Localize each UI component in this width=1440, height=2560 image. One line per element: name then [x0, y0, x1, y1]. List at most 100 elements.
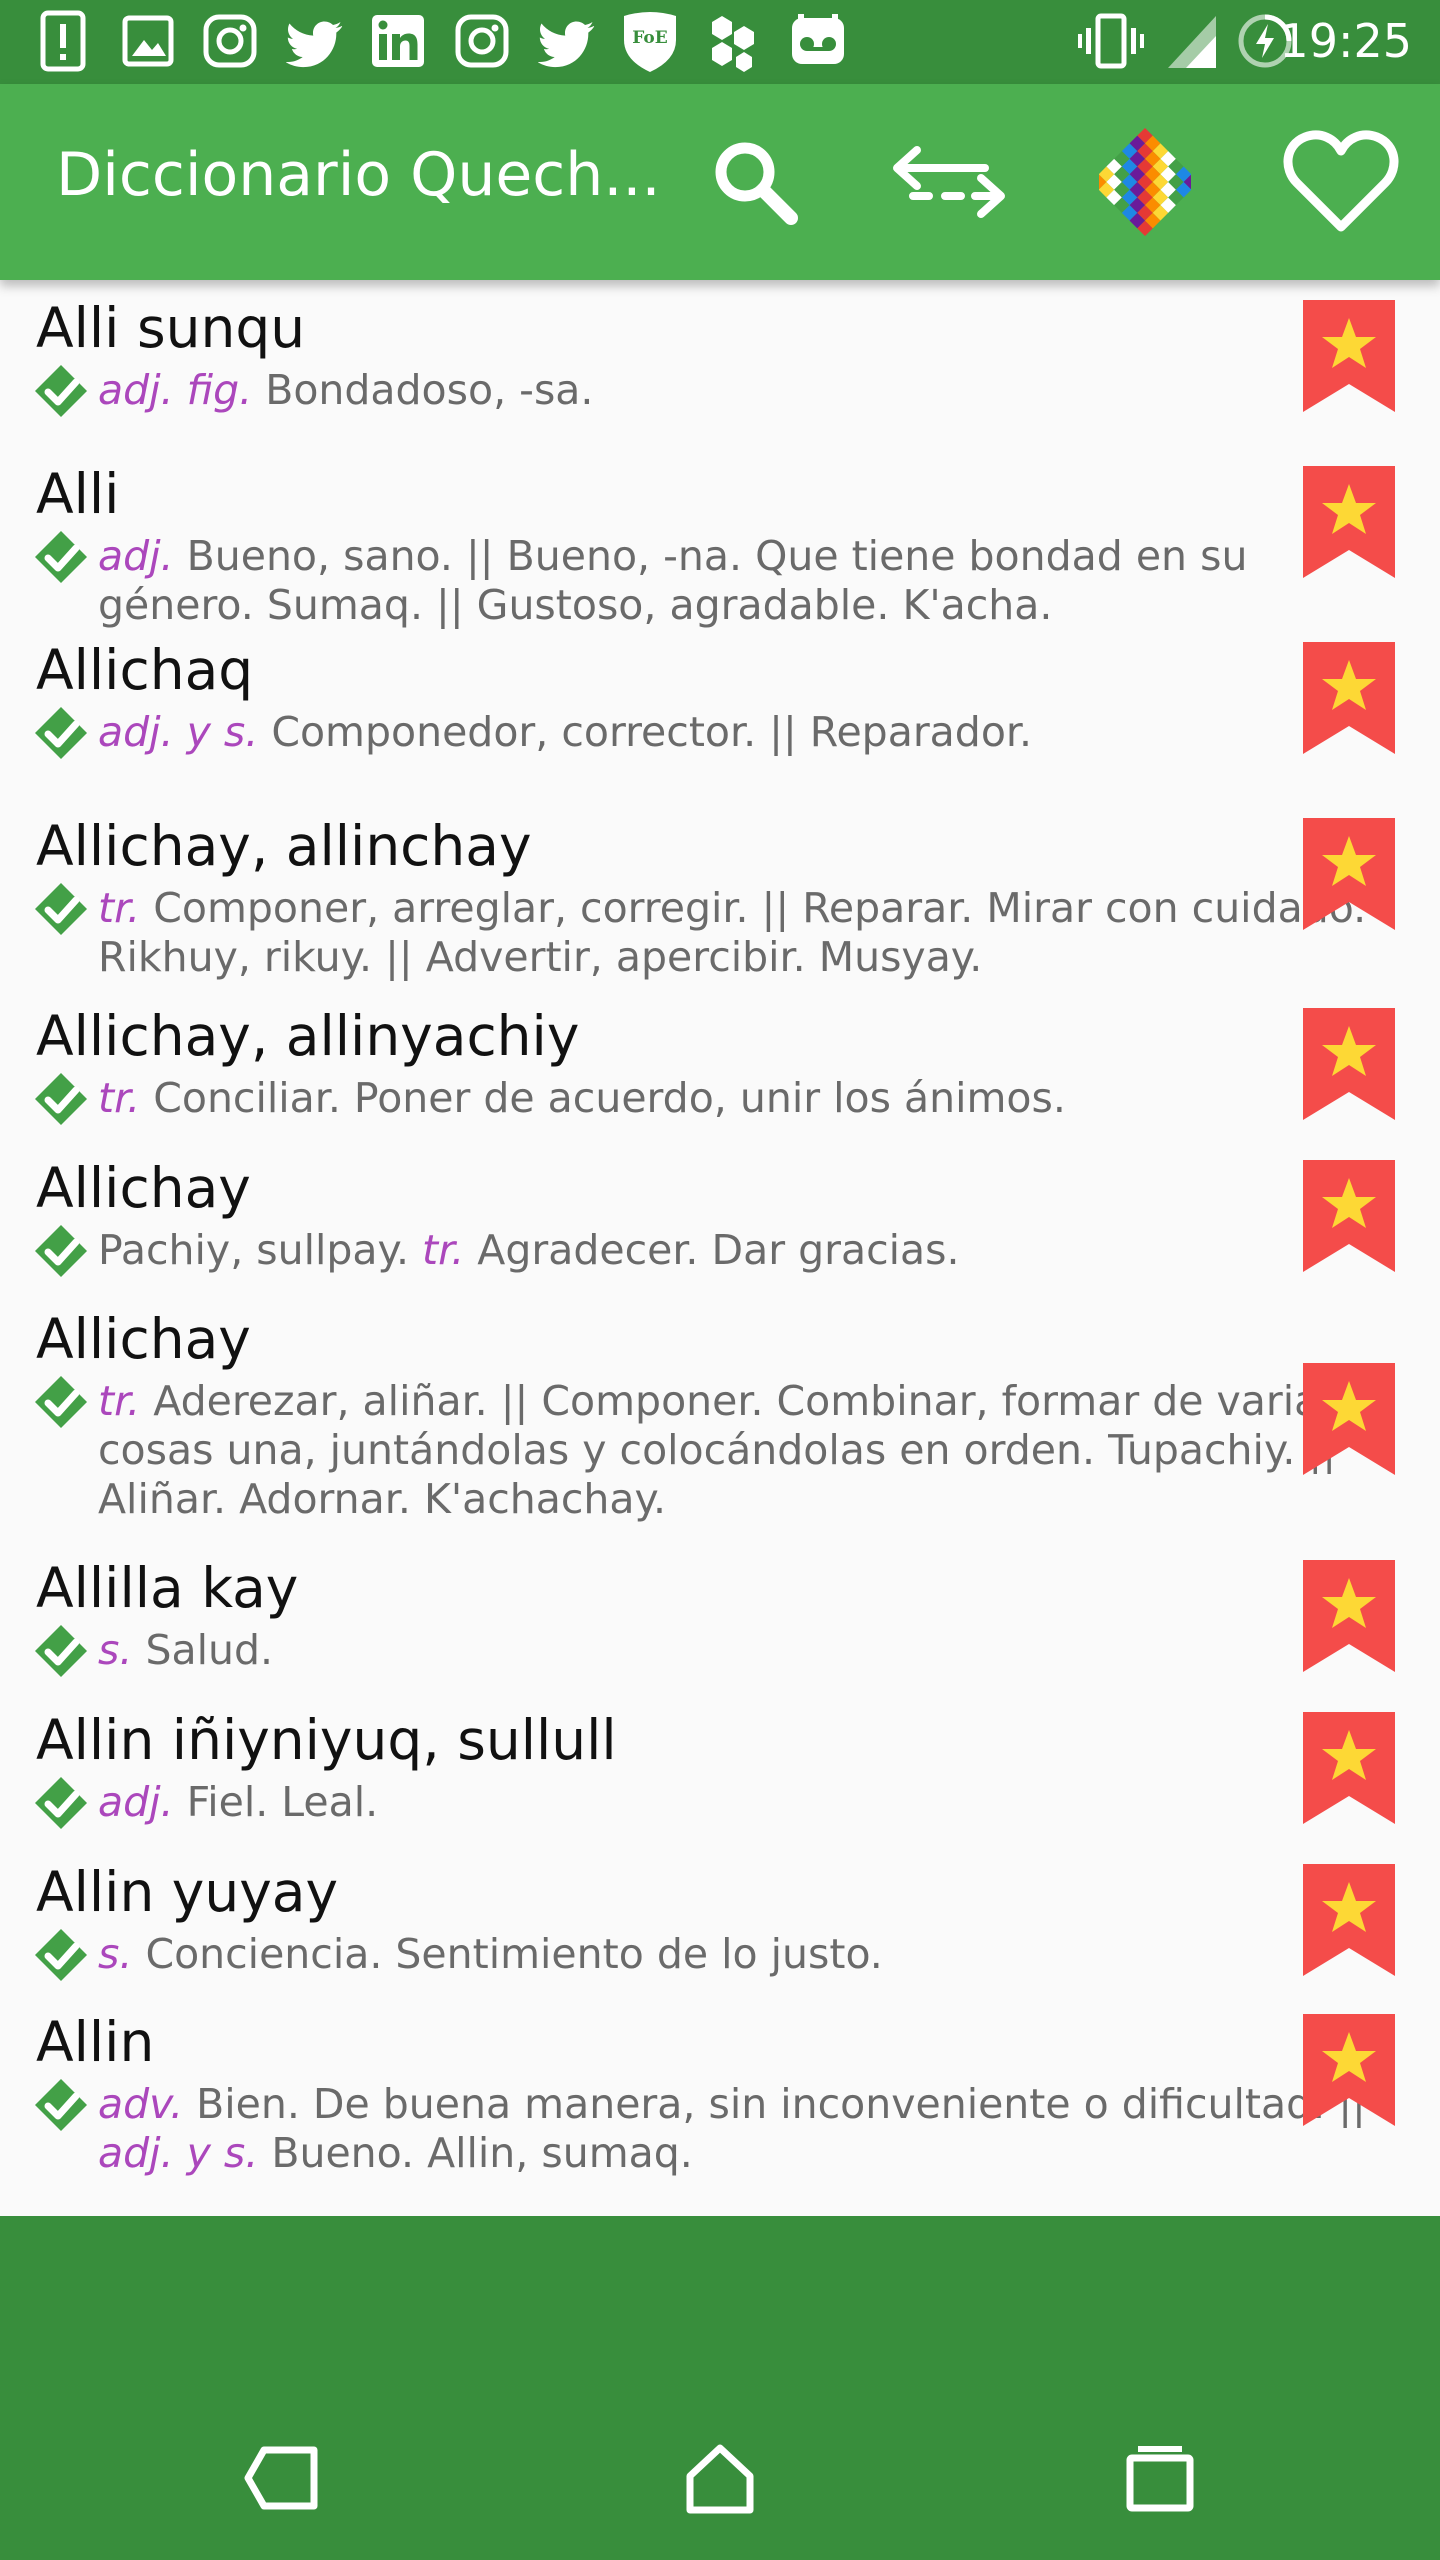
part-of-speech: adv.	[98, 2080, 184, 2128]
instagram-icon	[454, 10, 510, 72]
back-icon	[244, 2446, 318, 2510]
signal-icon	[1166, 10, 1218, 72]
swap-direction-icon	[893, 146, 1005, 218]
entry-word: Allin yuyay	[36, 1860, 339, 1924]
definition-text: Aderezar, aliñar. || Componer. Combinar,…	[140, 1377, 1341, 1425]
bookmark-star-icon	[1303, 1160, 1395, 1272]
bookmark-star-icon	[1303, 1008, 1395, 1120]
favorite-bookmark-button[interactable]	[1303, 642, 1395, 754]
definition-text: Componedor, corrector. || Reparador.	[258, 708, 1033, 756]
verified-check-icon	[32, 1070, 90, 1132]
twitter-icon	[538, 10, 598, 72]
search-icon	[715, 142, 798, 225]
alert-icon	[40, 10, 86, 72]
app-title: Diccionario Quech...	[56, 140, 661, 210]
definition-line: Aliñar. Adornar. K'achachay.	[98, 1475, 1298, 1524]
definition-text: Rikhuy, rikuy. || Advertir, apercibir. M…	[98, 933, 983, 981]
status-bar: FoE 19:25	[0, 0, 1440, 84]
definition-text: Bondadoso, -sa.	[252, 366, 594, 414]
home-icon	[686, 2444, 754, 2514]
bookmark-star-icon	[1303, 466, 1395, 578]
part-of-speech: adj.	[98, 1778, 174, 1826]
instagram-icon	[202, 10, 258, 72]
wiphala-flag-button[interactable]	[1080, 120, 1210, 244]
bookmark-star-icon	[1303, 818, 1395, 930]
entry-definition: s. Salud.	[98, 1626, 1298, 1675]
favorite-bookmark-button[interactable]	[1303, 818, 1395, 930]
definition-line: género. Sumaq. || Gustoso, agradable. K'…	[98, 581, 1298, 630]
entry-definition: adj. y s. Componedor, corrector. || Repa…	[98, 708, 1298, 757]
favorite-bookmark-button[interactable]	[1303, 1864, 1395, 1976]
favorite-bookmark-button[interactable]	[1303, 1160, 1395, 1272]
definition-text: Conciliar. Poner de acuerdo, unir los án…	[140, 1074, 1066, 1122]
entry-definition: Pachiy, sullpay. tr. Agradecer. Dar grac…	[98, 1226, 1298, 1275]
definition-line: cosas una, juntándolas y colocándolas en…	[98, 1426, 1336, 1475]
definition-text: Agradecer. Dar gracias.	[464, 1226, 960, 1274]
bookmark-star-icon	[1303, 1712, 1395, 1824]
entry-word: Allin	[36, 2010, 155, 2074]
recents-button[interactable]	[1100, 2428, 1220, 2528]
part-of-speech: tr.	[98, 1074, 141, 1122]
definition-line: adj. y s. Bueno. Allin, sumaq.	[98, 2129, 1298, 2178]
entry-definition: tr. Componer, arreglar, corregir. || Rep…	[98, 884, 1366, 982]
definition-line: adj. y s. Componedor, corrector. || Repa…	[98, 708, 1298, 757]
definition-line: adj. fig. Bondadoso, -sa.	[98, 366, 1298, 415]
definition-text: Fiel. Leal.	[173, 1778, 379, 1826]
verified-check-icon	[32, 1926, 90, 1988]
definition-text: Componer, arreglar, corregir. || Reparar…	[140, 884, 1367, 932]
definition-line: adj. Bueno, sano. || Bueno, -na. Que tie…	[98, 532, 1298, 581]
part-of-speech: adj. y s.	[98, 2129, 259, 2177]
bookmark-star-icon	[1303, 1864, 1395, 1976]
part-of-speech: adj. y s.	[98, 708, 259, 756]
status-time: 19:25	[1279, 14, 1412, 68]
definition-text: Conciencia. Sentimiento de lo justo.	[132, 1930, 883, 1978]
definition-line: Rikhuy, rikuy. || Advertir, apercibir. M…	[98, 933, 1298, 982]
hexagon-cluster-icon	[704, 10, 764, 72]
bookmark-star-icon	[1303, 1363, 1395, 1475]
entry-word: Allichay	[36, 1156, 251, 1220]
app-bar: Diccionario Quech...	[0, 84, 1440, 280]
part-of-speech: tr.	[98, 1377, 141, 1425]
bookmark-star-icon	[1303, 300, 1395, 412]
search-button[interactable]	[690, 120, 820, 244]
part-of-speech: adj. fig.	[98, 366, 253, 414]
part-of-speech: s.	[98, 1930, 133, 1978]
home-button[interactable]	[660, 2428, 780, 2528]
entry-word: Allilla kay	[36, 1556, 299, 1620]
definition-text: cosas una, juntándolas y colocándolas en…	[98, 1426, 1337, 1474]
entry-definition: s. Conciencia. Sentimiento de lo justo.	[98, 1930, 1298, 1979]
entry-definition: adj. fig. Bondadoso, -sa.	[98, 366, 1298, 415]
definition-line: s. Salud.	[98, 1626, 1298, 1675]
favorite-bookmark-button[interactable]	[1303, 1560, 1395, 1672]
swap-direction-button[interactable]	[884, 120, 1014, 244]
favorite-bookmark-button[interactable]	[1303, 1363, 1395, 1475]
part-of-speech: s.	[98, 1626, 133, 1674]
vibrate-icon	[1078, 10, 1144, 72]
favorites-button[interactable]	[1276, 120, 1406, 244]
favorite-bookmark-button[interactable]	[1303, 2014, 1395, 2126]
definition-line: s. Conciencia. Sentimiento de lo justo.	[98, 1930, 1298, 1979]
entry-word: Allichay, allinchay	[36, 814, 532, 878]
part-of-speech: tr.	[98, 884, 141, 932]
favorite-bookmark-button[interactable]	[1303, 466, 1395, 578]
favorite-bookmark-button[interactable]	[1303, 1008, 1395, 1120]
heart-icon	[1283, 130, 1399, 232]
part-of-speech: tr.	[422, 1226, 465, 1274]
part-of-speech: adj.	[98, 532, 174, 580]
definition-text: Salud.	[132, 1626, 274, 1674]
definition-text: Aliñar. Adornar. K'achachay.	[98, 1475, 666, 1523]
definition-line: tr. Conciliar. Poner de acuerdo, unir lo…	[98, 1074, 1298, 1123]
svg-text:FoE: FoE	[632, 28, 667, 48]
back-button[interactable]	[222, 2428, 342, 2528]
entry-definition: adv. Bien. De buena manera, sin inconven…	[98, 2080, 1366, 2178]
verified-check-icon	[32, 362, 90, 424]
favorite-bookmark-button[interactable]	[1303, 1712, 1395, 1824]
definition-text: género. Sumaq. || Gustoso, agradable. K'…	[98, 581, 1053, 629]
definition-line: tr. Componer, arreglar, corregir. || Rep…	[98, 884, 1366, 933]
linkedin-icon	[370, 10, 426, 72]
voicemail-icon	[788, 10, 848, 72]
entry-word: Alli sunqu	[36, 296, 306, 360]
entry-word: Allin iñiyniyuq, sullull	[36, 1708, 617, 1772]
favorite-bookmark-button[interactable]	[1303, 300, 1395, 412]
verified-check-icon	[32, 528, 90, 590]
